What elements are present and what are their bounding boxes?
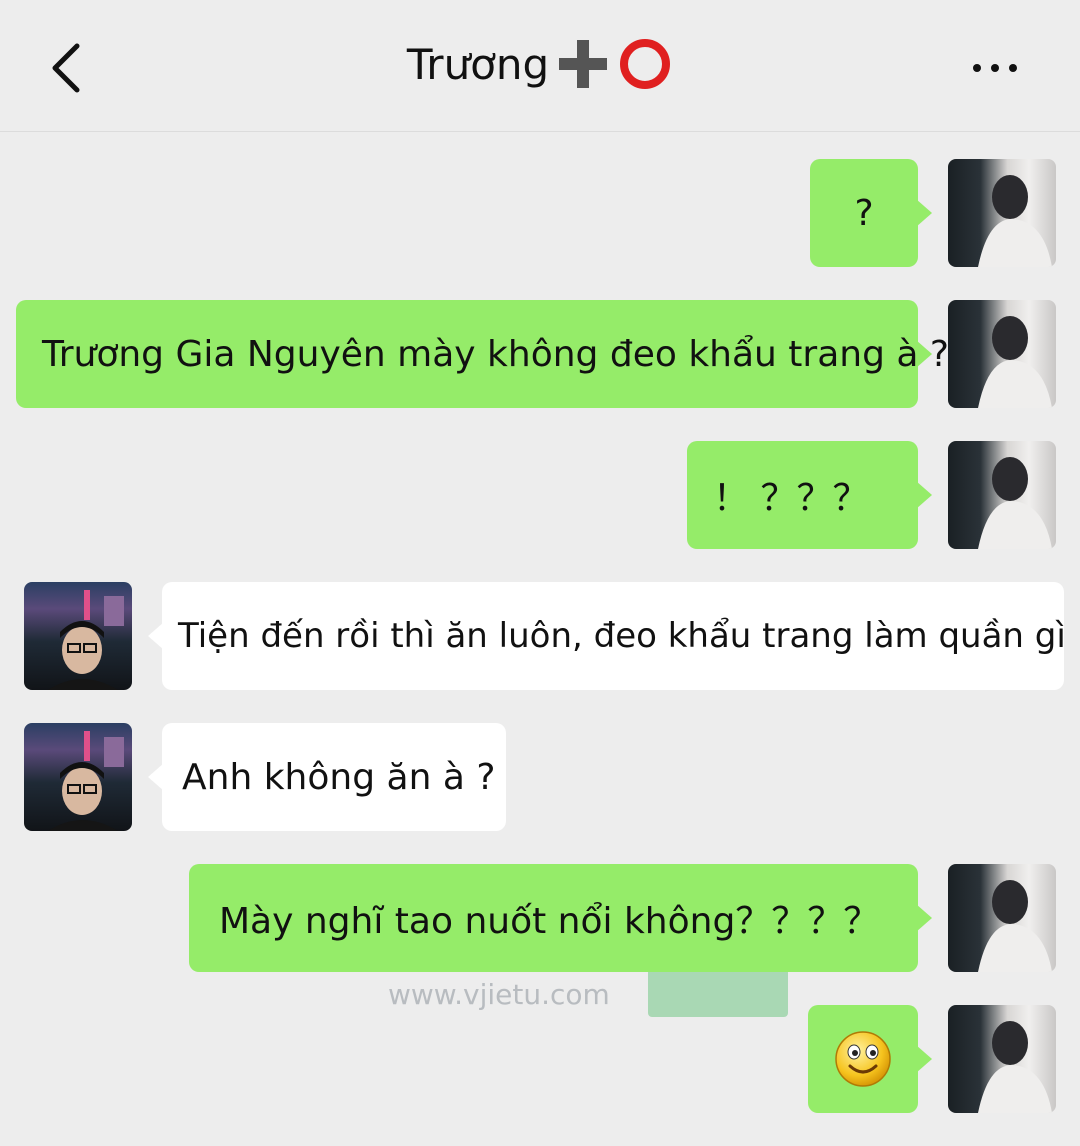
- message-bubble[interactable]: [808, 1005, 932, 1113]
- chat-title: Trương: [0, 36, 1080, 92]
- message-bubble[interactable]: Trương Gia Nguyên mày không đeo khẩu tra…: [16, 300, 949, 408]
- smiley-face-icon: [834, 1030, 892, 1088]
- more-options-button[interactable]: [960, 50, 1030, 86]
- my-avatar[interactable]: [948, 441, 1056, 549]
- message-text: Anh không ăn à ?: [182, 756, 496, 798]
- message-text: Trương Gia Nguyên mày không đeo khẩu tra…: [42, 333, 949, 375]
- message-bubble[interactable]: ！ ？？？: [687, 441, 932, 549]
- my-avatar[interactable]: [948, 864, 1056, 972]
- message-bubble[interactable]: ?: [810, 159, 932, 267]
- chat-title-text: Trương: [406, 39, 550, 89]
- message-text: Tiện đến rồi thì ăn luôn, đeo khẩu trang…: [178, 616, 1066, 656]
- watermark-text: www.vjietu.com: [388, 978, 610, 1011]
- hollow-red-circle-icon: [617, 36, 673, 92]
- message-bubble[interactable]: Tiện đến rồi thì ăn luôn, đeo khẩu trang…: [148, 582, 1066, 690]
- message-bubble[interactable]: Anh không ăn à ?: [148, 723, 506, 831]
- more-dots-icon: [973, 64, 1017, 72]
- contact-avatar[interactable]: [24, 723, 132, 831]
- message-text: Mày nghĩ tao nuốt nổi không？？？？: [219, 901, 880, 942]
- contact-avatar[interactable]: [24, 582, 132, 690]
- message-text: ?: [854, 192, 874, 234]
- my-avatar[interactable]: [948, 300, 1056, 408]
- heavy-plus-icon: [555, 36, 611, 92]
- my-avatar[interactable]: [948, 159, 1056, 267]
- message-bubble[interactable]: Mày nghĩ tao nuốt nổi không？？？？: [189, 864, 932, 972]
- message-text: ！ ？？？: [713, 478, 869, 519]
- my-avatar[interactable]: [948, 1005, 1056, 1113]
- chat-header: Trương: [0, 0, 1080, 132]
